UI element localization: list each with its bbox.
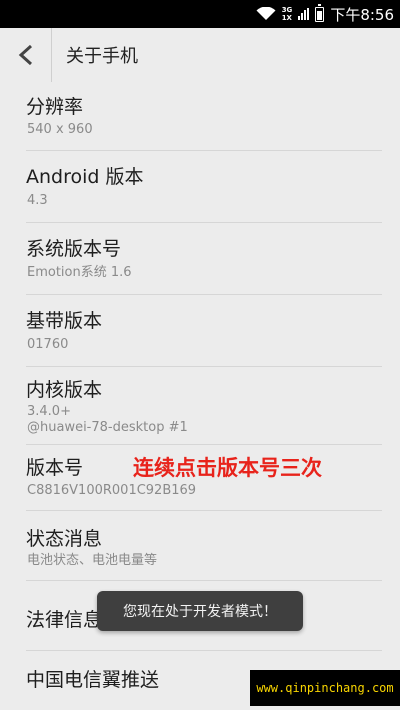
list-item-kernel-version[interactable]: 内核版本 3.4.0+ @huawei-78-desktop #1: [26, 367, 382, 445]
back-arrow-icon: [18, 44, 32, 66]
watermark: www.qinpinchang.com: [250, 670, 400, 706]
item-label: 法律信息: [26, 609, 103, 631]
item-value: 4.3: [27, 193, 48, 208]
wifi-icon: [256, 7, 276, 20]
item-label: 状态消息: [26, 528, 103, 550]
item-value-line1: 3.4.0+: [27, 404, 71, 419]
list-item-android-version[interactable]: Android 版本 4.3: [26, 151, 382, 223]
item-label: 分辨率: [26, 96, 84, 118]
item-label: 基带版本: [26, 310, 103, 332]
network-bottom-label: 1X: [281, 14, 292, 22]
item-value: 540 x 960: [27, 122, 93, 137]
toast-message: 您现在处于开发者模式！: [97, 591, 303, 631]
item-value: 01760: [27, 337, 69, 352]
status-bar: 3G 1X 下午8:56: [0, 0, 400, 28]
battery-icon: [315, 3, 325, 22]
annotation-text: 连续点击版本号三次: [133, 456, 322, 480]
item-value-line2: @huawei-78-desktop #1: [27, 420, 188, 435]
back-button[interactable]: [0, 28, 52, 82]
item-label: 中国电信翼推送: [26, 669, 160, 691]
list-item-baseband-version[interactable]: 基带版本 01760: [26, 295, 382, 367]
item-label: Android 版本: [26, 166, 144, 188]
item-value: C8816V100R001C92B169: [27, 483, 197, 498]
network-type: 3G 1X: [282, 6, 293, 22]
item-value: Emotion系统 1.6: [27, 265, 132, 280]
page-title: 关于手机: [66, 46, 138, 67]
item-label: 系统版本号: [26, 238, 122, 260]
app-header: 关于手机: [0, 28, 400, 82]
item-value: 电池状态、电池电量等: [27, 553, 158, 568]
item-label: 内核版本: [26, 379, 103, 401]
network-top-label: 3G: [281, 6, 293, 14]
item-label: 版本号: [26, 457, 84, 479]
list-item-status[interactable]: 状态消息 电池状态、电池电量等: [26, 511, 382, 581]
status-time: 下午8:56: [330, 5, 394, 24]
list-item-system-version[interactable]: 系统版本号 Emotion系统 1.6: [26, 223, 382, 295]
signal-icon: [298, 8, 310, 20]
list-item-resolution[interactable]: 分辨率 540 x 960: [26, 82, 382, 151]
